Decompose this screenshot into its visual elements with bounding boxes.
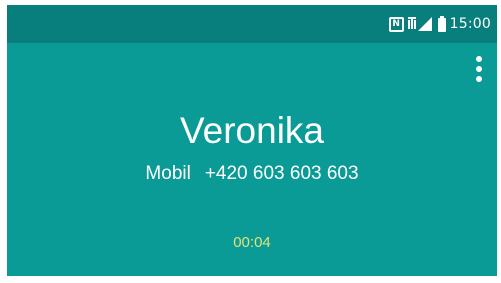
phone-number: +420 603 603 603 [204,163,359,184]
status-icons: N 15:00 [388,14,491,34]
battery-icon [437,16,446,32]
number-type-label: Mobil [145,163,191,184]
nfc-icon: N [388,16,404,32]
more-vert-icon-dot [476,66,482,72]
signal-icon [407,17,432,31]
more-vert-icon-dot [476,56,482,62]
contact-name: Veronika [180,110,324,151]
more-options-button[interactable] [467,49,491,89]
more-vert-icon-dot [476,76,482,82]
in-call-screen: N 15:00 Veronika Mobil +420 603 603 603 0… [7,5,497,276]
status-clock: 15:00 [449,16,491,32]
phone-number-line: Mobil +420 603 603 603 [7,162,497,186]
status-bar: N 15:00 [7,5,497,43]
call-duration: 00:04 [233,234,271,251]
